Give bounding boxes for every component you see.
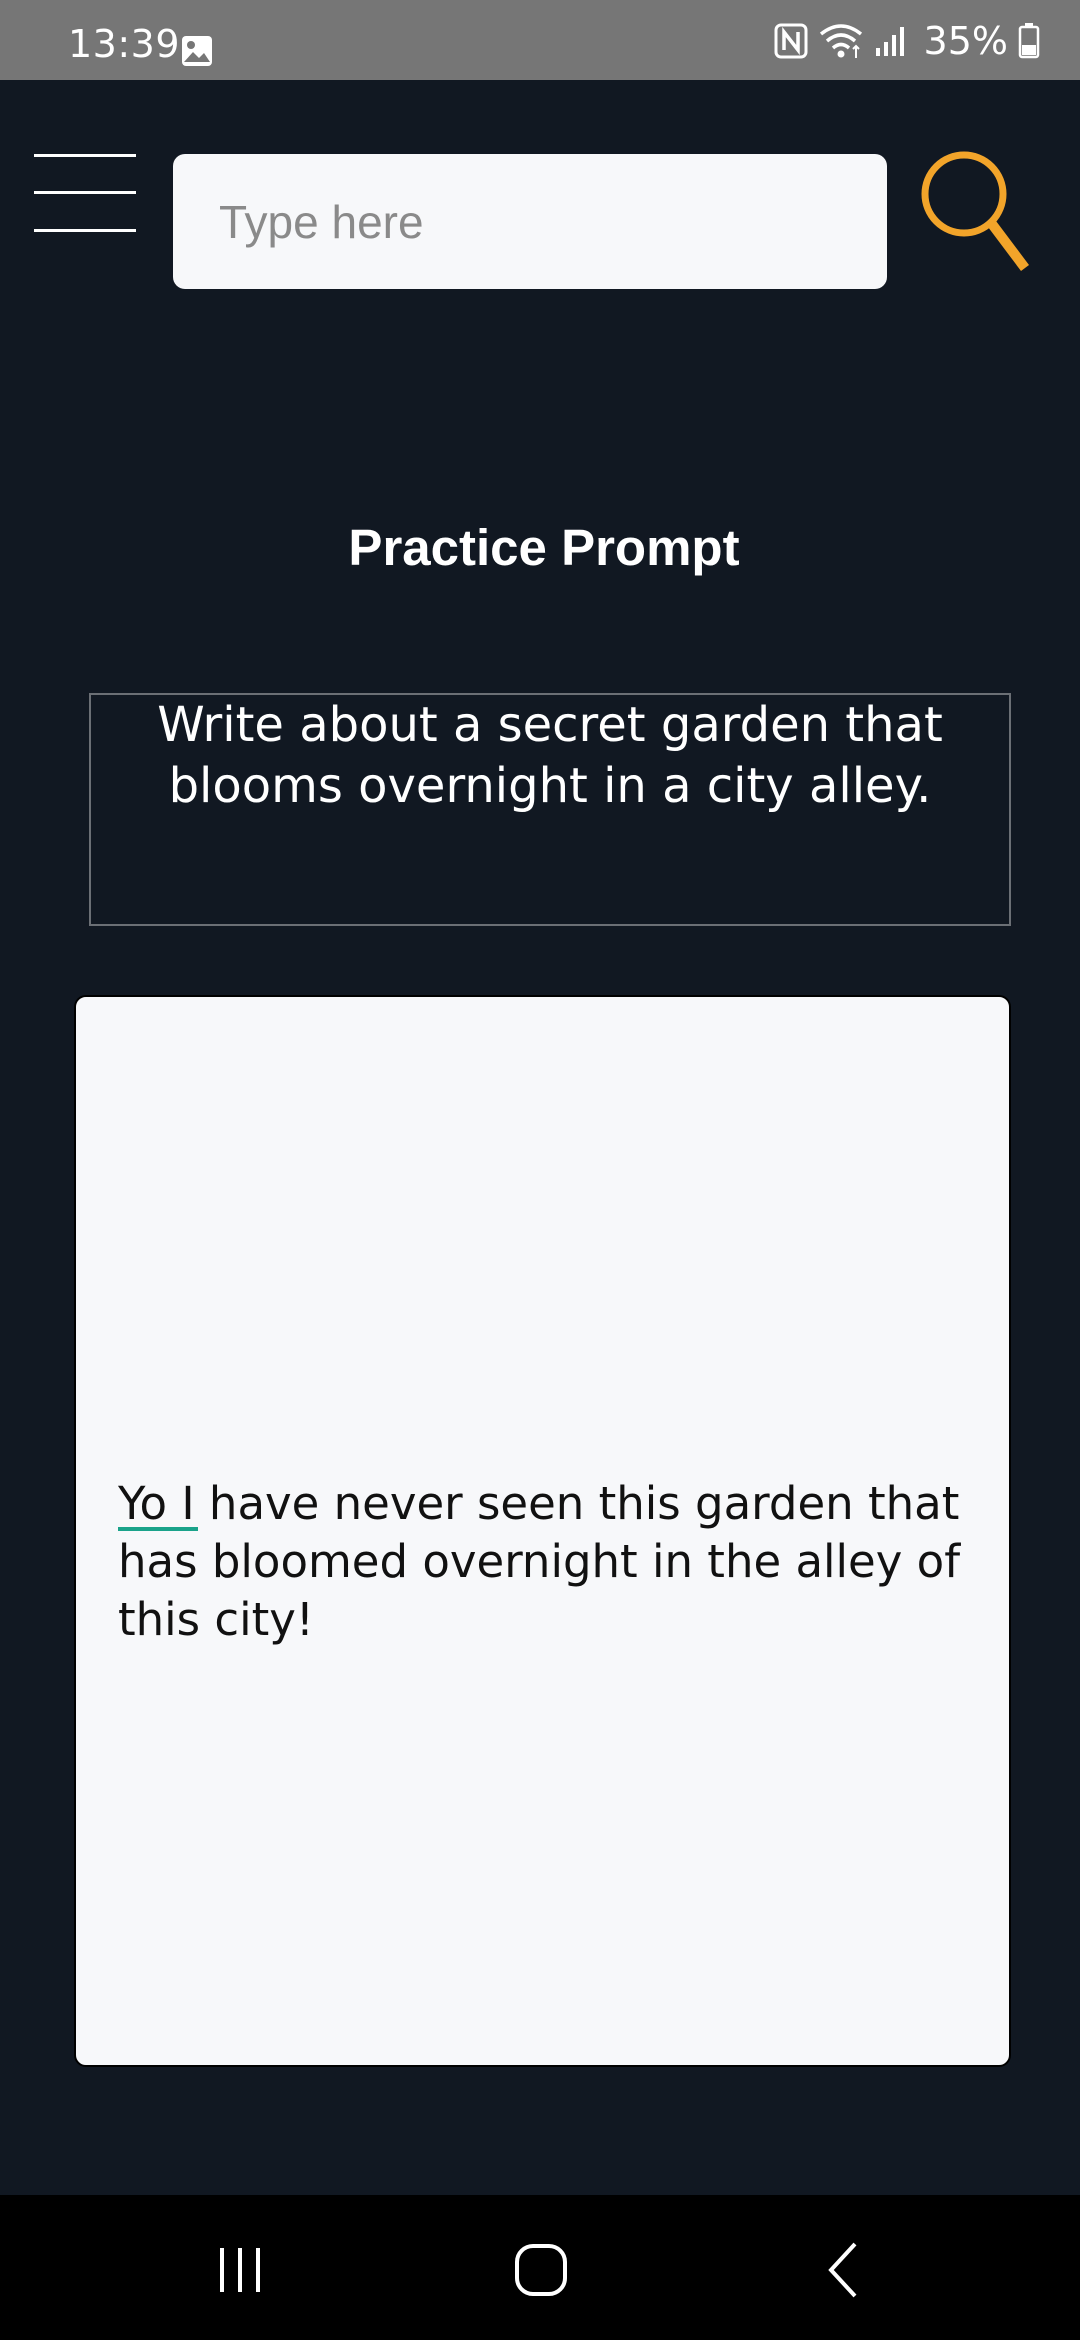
wifi-icon — [819, 24, 862, 58]
hamburger-menu-icon — [34, 154, 136, 157]
status-bar: 13:39 35% — [0, 0, 1080, 80]
hamburger-line — [34, 191, 136, 194]
nfc-icon — [774, 23, 808, 59]
page-title: Practice Prompt — [348, 519, 740, 576]
hamburger-line — [34, 229, 136, 232]
back-button[interactable] — [800, 2230, 890, 2310]
recent-apps-button[interactable] — [195, 2230, 285, 2310]
menu-button[interactable] — [34, 152, 136, 236]
home-button[interactable] — [496, 2230, 586, 2310]
search-icon — [921, 151, 1029, 271]
gallery-icon — [182, 36, 212, 66]
status-icons: 35% — [774, 18, 1040, 64]
response-text[interactable]: Yo I have never seen this garden that ha… — [118, 1475, 1008, 1649]
navigation-bar — [0, 2195, 1080, 2340]
prompt-box: Write about a secret garden that blooms … — [89, 693, 1011, 926]
status-time: 13:39 — [68, 22, 181, 66]
battery-percent: 35% — [923, 19, 1008, 63]
search-button[interactable] — [918, 140, 1030, 276]
back-icon — [828, 2242, 857, 2298]
spellcheck-underline — [118, 1527, 198, 1531]
battery-icon — [1018, 23, 1040, 59]
home-icon — [515, 2244, 567, 2296]
recent-apps-icon — [220, 2248, 260, 2292]
search-input[interactable] — [173, 154, 887, 289]
response-textarea[interactable]: Yo I have never seen this garden that ha… — [74, 995, 1011, 2067]
signal-icon — [875, 27, 904, 56]
